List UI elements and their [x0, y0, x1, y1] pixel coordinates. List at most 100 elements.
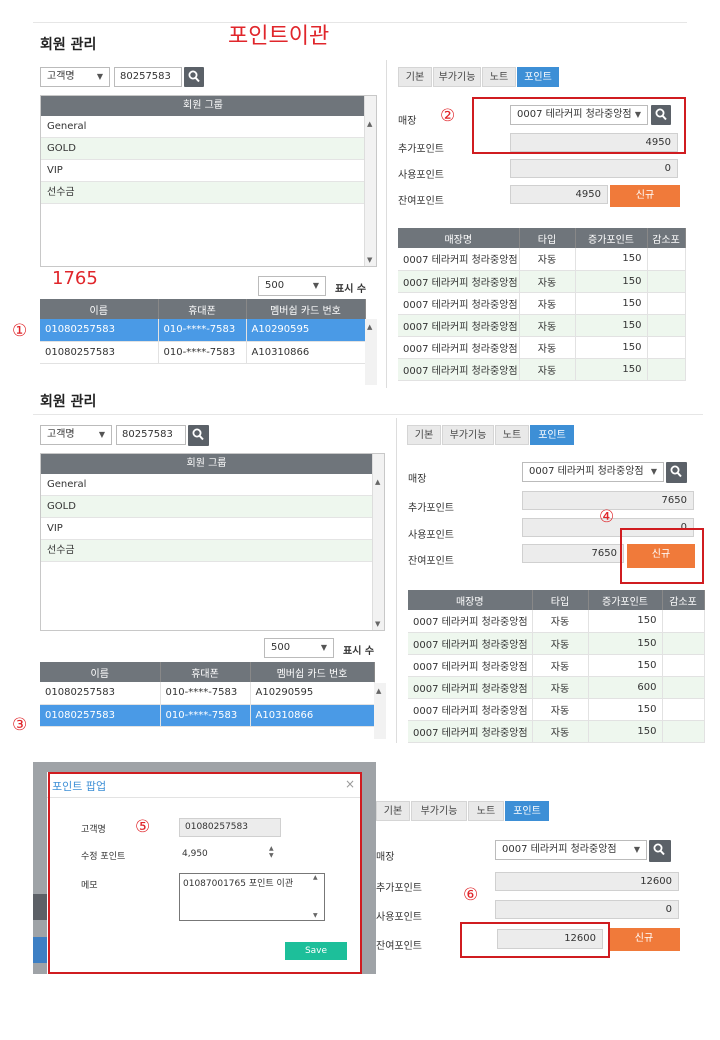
tab-note[interactable]: 노트 [468, 801, 504, 821]
new-button[interactable]: 신규 [610, 185, 680, 207]
group-scrollbar[interactable]: ▲ ▼ [364, 96, 376, 266]
tab-basic[interactable]: 기본 [407, 425, 441, 445]
chevron-down-icon: ▼ [320, 643, 327, 652]
table-row[interactable]: 01080257583 010-****-7583 A10310866 [40, 704, 375, 727]
table-row[interactable]: 0007 테라커피 청라중앙점 자동 150 [408, 698, 705, 721]
add-point-label: 추가포인트 [398, 144, 444, 155]
use-point-value-3: 0 [495, 900, 679, 919]
divider-2 [33, 414, 703, 415]
member-group-panel: 회원 그룹 General GOLD VIP 선수금 ▲ ▼ [40, 95, 377, 267]
group-scrollbar[interactable]: ▲ ▼ [372, 454, 384, 630]
group-item-prepaid[interactable]: 선수금 [41, 540, 372, 562]
member-group-panel-2: 회원 그룹 General GOLD VIP 선수금 ▲ ▼ [40, 453, 385, 631]
remain-point-label-3: 잔여포인트 [376, 941, 422, 952]
table-row[interactable]: 0007 테라커피 청라중앙점 자동 150 [398, 248, 686, 271]
table-row[interactable]: 01080257583 010-****-7583 A10310866 [40, 341, 366, 364]
search-button-2[interactable] [188, 425, 209, 446]
table-row[interactable]: 0007 테라커피 청라중앙점 자동 150 [398, 270, 686, 293]
panel-divider [386, 60, 387, 388]
tab-extra[interactable]: 부가기능 [442, 425, 494, 445]
search-button[interactable] [184, 67, 204, 87]
chevron-down-icon: ▼ [312, 281, 319, 290]
tab-point[interactable]: 포인트 [530, 425, 574, 445]
scroll-down-icon[interactable]: ▼ [375, 620, 380, 628]
scroll-up-icon[interactable]: ▲ [376, 687, 381, 695]
search-input-2[interactable]: 80257583 [116, 425, 186, 445]
point-history-table: 매장명 타입 증가포인트 감소포 0007 테라커피 청라중앙점 자동 150 0007 … [398, 228, 686, 381]
tab-extra[interactable]: 부가기능 [433, 67, 481, 87]
use-point-label: 사용포인트 [398, 170, 444, 181]
store-label-3: 매장 [376, 852, 395, 863]
table-row[interactable]: 0007 테라커피 청라중앙점 자동 150 [398, 314, 686, 337]
new-button-3[interactable]: 신규 [608, 928, 680, 951]
group-item-general[interactable]: General [41, 474, 372, 496]
tab-basic[interactable]: 기본 [398, 67, 432, 87]
scroll-up-icon[interactable]: ▲ [367, 120, 372, 128]
remain-point-label-2: 잔여포인트 [408, 556, 454, 567]
store-search-button-2[interactable] [666, 462, 687, 483]
table-row[interactable]: 0007 테라커피 청라중앙점 자동 150 [408, 632, 705, 655]
page-title-2: 회원 관리 [40, 394, 97, 410]
search-type-select-2[interactable]: 고객명 ▼ [40, 425, 112, 445]
member-table-2: 이름 휴대폰 멤버쉽 카드 번호 01080257583 010-****-7583 A… [40, 662, 375, 727]
tab-point[interactable]: 포인트 [517, 67, 559, 87]
page-size-select[interactable]: 500 ▼ [258, 276, 326, 296]
table-row[interactable]: 0007 테라커피 청라중앙점 자동 150 [408, 720, 705, 743]
chevron-down-icon: ▼ [96, 72, 103, 81]
use-point-label-3: 사용포인트 [376, 912, 422, 923]
table-row[interactable]: 0007 테라커피 청라중앙점 자동 600 [408, 676, 705, 699]
member-table: 이름 휴대폰 멤버쉽 카드 번호 01080257583 010-****-7583 A… [40, 299, 366, 364]
tab-bar: 기본 부가기능 노트 포인트 [398, 67, 568, 87]
highlight-box-2 [472, 97, 686, 154]
tab-point[interactable]: 포인트 [505, 801, 549, 821]
annotation-title: 포인트이관 [228, 24, 330, 49]
table-row[interactable]: 0007 테라커피 청라중앙점 자동 150 [408, 654, 705, 677]
search-icon [670, 465, 682, 478]
table-row[interactable]: 0007 테라커피 청라중앙점 자동 150 [398, 358, 686, 381]
chevron-down-icon: ▼ [633, 845, 640, 854]
member-scrollbar-2[interactable]: ▲ [374, 683, 386, 739]
top-divider [33, 22, 687, 23]
tab-extra[interactable]: 부가기능 [411, 801, 467, 821]
store-select-2[interactable]: 0007 테라커피 청라중앙점 ▼ [522, 462, 664, 482]
group-item-prepaid[interactable]: 선수금 [41, 182, 365, 204]
table-row[interactable]: 0007 테라커피 청라중앙점 자동 150 [398, 292, 686, 315]
store-search-button-3[interactable] [649, 840, 671, 862]
group-item-general[interactable]: General [41, 116, 365, 138]
add-point-label-2: 추가포인트 [408, 503, 454, 514]
scroll-up-icon[interactable]: ▲ [375, 478, 380, 486]
table-row[interactable]: 01080257583 010-****-7583 A10290595 [40, 319, 366, 342]
tab-note[interactable]: 노트 [495, 425, 529, 445]
col-name: 이름 [40, 299, 159, 319]
col-card: 멤버쉽 카드 번호 [246, 299, 366, 319]
backdrop-strip-blue [33, 937, 47, 963]
page-size-label-2: 표시 수 [343, 646, 375, 657]
table-row[interactable]: 0007 테라커피 청라중앙점 자동 150 [408, 610, 705, 633]
search-input[interactable]: 80257583 [114, 67, 182, 87]
use-point-label-2: 사용포인트 [408, 530, 454, 541]
tab-basic[interactable]: 기본 [376, 801, 410, 821]
scroll-up-icon[interactable]: ▲ [367, 323, 372, 331]
page-title: 회원 관리 [40, 37, 97, 53]
group-item-gold[interactable]: GOLD [41, 496, 372, 518]
store-label: 매장 [398, 116, 417, 127]
scroll-down-icon[interactable]: ▼ [367, 256, 372, 264]
tab-note[interactable]: 노트 [482, 67, 516, 87]
group-item-gold[interactable]: GOLD [41, 138, 365, 160]
group-item-vip[interactable]: VIP [41, 160, 365, 182]
add-point-value-3: 12600 [495, 872, 679, 891]
group-item-vip[interactable]: VIP [41, 518, 372, 540]
tab-bar-2: 기본 부가기능 노트 포인트 [407, 425, 587, 446]
chevron-down-icon: ▼ [98, 430, 105, 439]
highlight-box-4 [620, 528, 704, 584]
table-row[interactable]: 0007 테라커피 청라중앙점 자동 150 [398, 336, 686, 359]
member-scrollbar[interactable]: ▲ [365, 319, 377, 385]
table-row[interactable]: 01080257583 010-****-7583 A10290595 [40, 682, 375, 705]
highlight-box-6 [460, 922, 610, 958]
page-size-select-2[interactable]: 500 ▼ [264, 638, 334, 658]
store-select-3[interactable]: 0007 테라커피 청라중앙점 ▼ [495, 840, 647, 860]
point-history-table-2: 매장명 타입 증가포인트 감소포 0007 테라커피 청라중앙점 자동 150 0007 … [408, 590, 705, 743]
backdrop-strip [33, 894, 47, 920]
search-type-select[interactable]: 고객명 ▼ [40, 67, 110, 87]
page-size-label: 표시 수 [335, 284, 367, 295]
